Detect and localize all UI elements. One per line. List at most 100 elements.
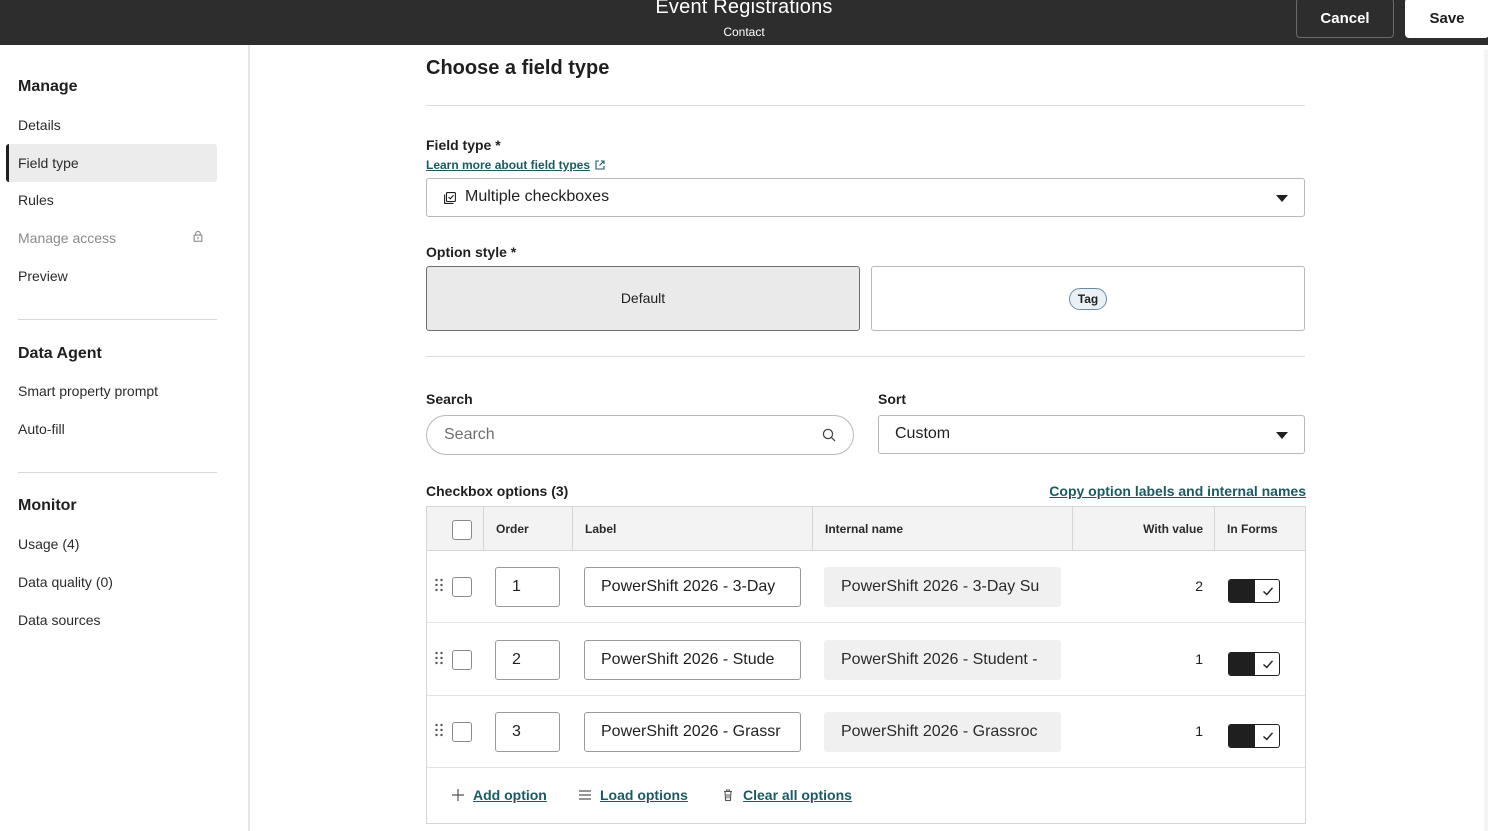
add-option-label: Add option xyxy=(473,787,547,803)
copy-labels-link[interactable]: Copy option labels and internal names xyxy=(1049,483,1306,499)
order-input[interactable]: 1 xyxy=(495,567,560,607)
learn-more-link[interactable]: Learn more about field types xyxy=(426,158,605,172)
sidebar-item-preview[interactable]: Preview xyxy=(6,257,217,295)
table-row: 1 PowerShift 2026 - 3-Day PowerShift 202… xyxy=(427,551,1305,623)
divider xyxy=(426,356,1305,357)
field-type-select[interactable]: Multiple checkboxes xyxy=(426,178,1305,217)
chevron-down-icon xyxy=(1276,195,1288,202)
scrollbar[interactable] xyxy=(1484,50,1488,831)
sidebar-divider xyxy=(18,319,217,320)
sidebar-item-usage[interactable]: Usage (4) xyxy=(6,525,217,563)
internal-name-field: PowerShift 2026 - Student - xyxy=(824,640,1061,680)
external-link-icon xyxy=(595,160,605,170)
drag-handle-icon[interactable] xyxy=(434,651,444,665)
options-table: Order Label Internal name With value In … xyxy=(426,506,1306,824)
table-row: 2 PowerShift 2026 - Stude PowerShift 202… xyxy=(427,624,1305,696)
table-row: 3 PowerShift 2026 - Grassr PowerShift 20… xyxy=(427,696,1305,768)
column-header-order[interactable]: Order xyxy=(496,507,529,551)
column-header-in-forms[interactable]: In Forms xyxy=(1227,507,1278,551)
label-input[interactable]: PowerShift 2026 - 3-Day xyxy=(584,567,801,607)
sidebar-heading-monitor: Monitor xyxy=(18,497,77,514)
order-input[interactable]: 2 xyxy=(495,640,560,680)
trash-icon xyxy=(724,789,732,802)
sidebar-item-field-type[interactable]: Field type xyxy=(6,144,217,182)
option-style-tag[interactable]: Tag xyxy=(871,266,1305,331)
with-value-count: 1 xyxy=(1195,723,1203,739)
column-divider xyxy=(572,507,573,551)
sort-value: Custom xyxy=(895,425,951,442)
internal-name-field: PowerShift 2026 - Grassroc xyxy=(824,712,1061,752)
order-input[interactable]: 3 xyxy=(495,712,560,752)
lock-icon xyxy=(193,231,203,242)
save-button[interactable]: Save xyxy=(1405,0,1488,38)
column-header-with-value[interactable]: With value xyxy=(1087,507,1203,551)
sidebar: Manage Details Field type Rules Manage a… xyxy=(0,45,250,831)
field-type-value: Multiple checkboxes xyxy=(465,188,610,205)
drag-handle-icon[interactable] xyxy=(434,578,444,592)
learn-more-text: Learn more about field types xyxy=(426,158,591,172)
sidebar-heading-data-agent: Data Agent xyxy=(18,345,102,362)
add-option-button[interactable]: Add option xyxy=(451,787,547,803)
select-all-checkbox[interactable] xyxy=(452,520,472,540)
row-checkbox[interactable] xyxy=(452,577,472,597)
divider xyxy=(426,105,1305,106)
search-input[interactable]: Search xyxy=(426,415,854,455)
plus-icon xyxy=(452,789,464,801)
sidebar-item-rules[interactable]: Rules xyxy=(6,181,217,219)
column-divider xyxy=(1072,507,1073,551)
search-label: Search xyxy=(426,391,473,407)
in-forms-toggle[interactable] xyxy=(1228,652,1280,676)
clear-all-options-button[interactable]: Clear all options xyxy=(721,787,852,803)
drag-handle-icon[interactable] xyxy=(434,723,444,737)
with-value-count: 1 xyxy=(1195,651,1203,667)
check-icon xyxy=(1263,732,1274,741)
table-header: Order Label Internal name With value In … xyxy=(427,507,1305,551)
sidebar-item-details[interactable]: Details xyxy=(6,106,217,144)
column-header-label[interactable]: Label xyxy=(585,507,616,551)
column-header-internal-name[interactable]: Internal name xyxy=(825,507,903,551)
in-forms-toggle[interactable] xyxy=(1228,724,1280,748)
sidebar-item-data-sources[interactable]: Data sources xyxy=(6,601,217,639)
check-icon xyxy=(1263,587,1274,596)
cancel-button[interactable]: Cancel xyxy=(1296,0,1394,38)
load-options-label: Load options xyxy=(600,787,688,803)
table-footer: Add option Load options Clear all option… xyxy=(427,769,1305,823)
sidebar-item-data-quality[interactable]: Data quality (0) xyxy=(6,563,217,601)
sidebar-item-auto-fill[interactable]: Auto-fill xyxy=(6,410,217,448)
sidebar-item-manage-access[interactable]: Manage access xyxy=(6,219,217,257)
check-icon xyxy=(1263,660,1274,669)
sort-select[interactable]: Custom xyxy=(878,415,1305,454)
label-input[interactable]: PowerShift 2026 - Grassr xyxy=(584,712,801,752)
sidebar-item-label: Manage access xyxy=(18,230,117,246)
sidebar-heading-manage: Manage xyxy=(18,78,78,95)
load-options-button[interactable]: Load options xyxy=(578,787,688,803)
row-checkbox[interactable] xyxy=(452,650,472,670)
checkbox-list-icon xyxy=(444,192,456,204)
toggle-fill xyxy=(1229,653,1255,675)
toggle-fill xyxy=(1229,725,1255,747)
page-title: Event Registrations xyxy=(655,0,833,18)
internal-name-field: PowerShift 2026 - 3-Day Su xyxy=(824,567,1061,607)
row-checkbox[interactable] xyxy=(452,722,472,742)
in-forms-toggle[interactable] xyxy=(1228,579,1280,603)
top-bar: Event Registrations Contact Cancel Save xyxy=(0,0,1488,45)
option-style-label: Option style * xyxy=(426,244,517,260)
sidebar-divider xyxy=(18,472,217,473)
column-divider xyxy=(1214,507,1215,551)
sort-label: Sort xyxy=(878,391,906,407)
page-subtitle: Contact xyxy=(723,25,765,39)
with-value-count: 2 xyxy=(1195,578,1203,594)
option-style-default[interactable]: Default xyxy=(426,266,860,331)
column-divider xyxy=(483,507,484,551)
field-type-label: Field type * xyxy=(426,137,501,153)
label-input[interactable]: PowerShift 2026 - Stude xyxy=(584,640,801,680)
clear-all-options-label: Clear all options xyxy=(743,787,852,803)
section-title: Choose a field type xyxy=(426,57,610,79)
tag-chip: Tag xyxy=(1068,288,1108,311)
search-icon xyxy=(822,428,836,442)
chevron-down-icon xyxy=(1276,432,1288,439)
toggle-fill xyxy=(1229,580,1255,602)
sidebar-item-smart-property-prompt[interactable]: Smart property prompt xyxy=(6,372,217,410)
list-icon xyxy=(579,790,591,800)
column-divider xyxy=(812,507,813,551)
